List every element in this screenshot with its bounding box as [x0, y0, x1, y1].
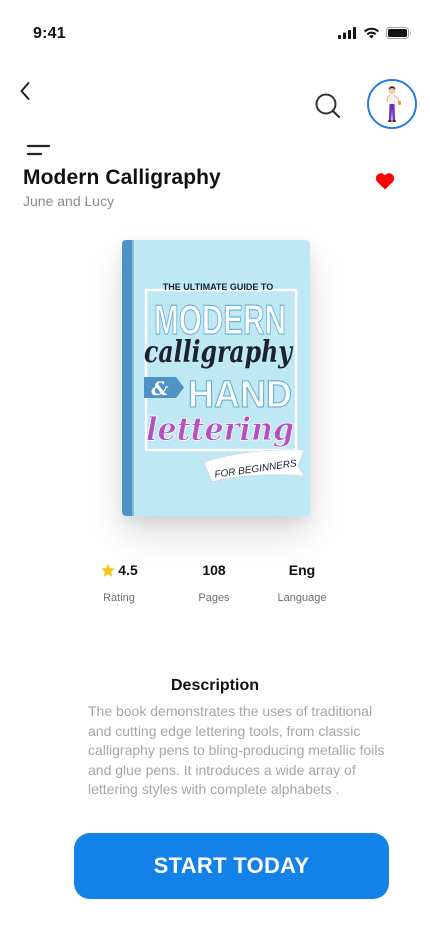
book-title: Modern Calligraphy [23, 166, 221, 189]
cover-word-calligraphy: calligraphy [144, 335, 294, 370]
book-author: June and Lucy [23, 193, 115, 209]
cover-word-lettering: lettering [146, 410, 294, 448]
favorite-button[interactable] [374, 171, 396, 191]
cellular-signal-icon [338, 27, 356, 39]
rating-value: 4.5 [118, 562, 138, 578]
cover-subtitle: THE ULTIMATE GUIDE TO [163, 282, 274, 292]
status-time: 9:41 [33, 25, 66, 42]
book-cover-art: THE ULTIMATE GUIDE TO MODERN calligraphy… [122, 240, 310, 516]
status-bar: 9:41 [0, 0, 430, 60]
stat-rating: 4.5 Rating [88, 562, 150, 604]
stat-pages: 108 Pages [184, 562, 244, 604]
back-button[interactable] [14, 78, 36, 104]
battery-icon [386, 27, 411, 39]
stat-language: Eng Language [268, 562, 336, 604]
star-icon [101, 563, 116, 577]
language-value: Eng [288, 562, 316, 578]
description-heading: Description [170, 677, 259, 694]
menu-icon [26, 144, 51, 156]
status-icons [338, 27, 412, 39]
search-button[interactable] [314, 92, 342, 120]
search-icon [315, 93, 341, 119]
menu-button[interactable] [26, 141, 52, 161]
start-today-button[interactable]: START TODAY [74, 833, 389, 899]
rating-label: Rating [103, 592, 135, 604]
pages-value: 108 [202, 562, 226, 578]
pages-label: Pages [198, 592, 230, 604]
heart-icon [375, 173, 395, 190]
avatar[interactable] [367, 79, 417, 129]
user-avatar-illustration [369, 81, 415, 127]
book-cover: THE ULTIMATE GUIDE TO MODERN calligraphy… [122, 240, 310, 516]
description-text: The book demonstrates the uses of tradit… [88, 703, 385, 797]
language-label: Language [277, 592, 327, 604]
wifi-icon [364, 27, 379, 39]
chevron-left-icon [20, 82, 30, 100]
cover-ampersand: & [151, 378, 168, 400]
